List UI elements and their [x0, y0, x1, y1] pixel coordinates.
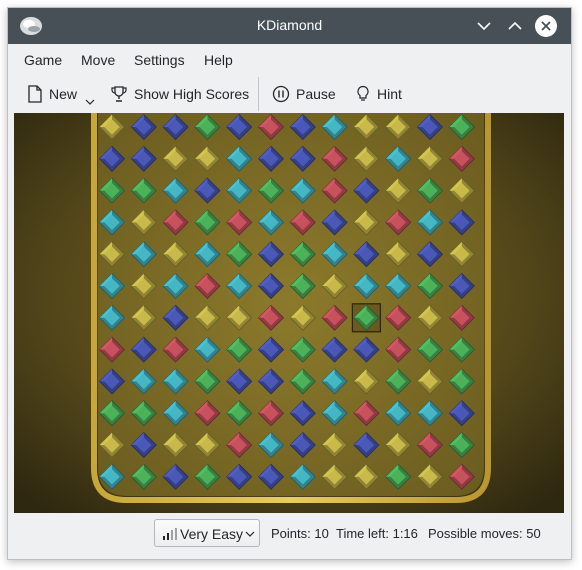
- hint-label: Hint: [377, 86, 402, 102]
- chevron-up-icon: [508, 21, 522, 30]
- chevron-down-icon[interactable]: [85, 98, 95, 106]
- toolbar: New Show High Scores Pause Hint: [8, 74, 571, 114]
- pause-label: Pause: [296, 86, 336, 102]
- show-high-scores-label: Show High Scores: [134, 86, 250, 102]
- close-button[interactable]: [535, 15, 557, 37]
- hint-button[interactable]: Hint: [355, 82, 402, 106]
- chevron-down-icon: [477, 22, 491, 31]
- possible-moves-label: Possible moves: 50: [428, 526, 541, 541]
- toolbar-separator: [258, 77, 259, 111]
- points-label: Points: 10: [271, 526, 329, 541]
- menu-settings[interactable]: Settings: [134, 52, 185, 68]
- chevron-down-icon: [245, 531, 255, 537]
- pause-button[interactable]: Pause: [272, 82, 336, 106]
- game-board-area: [14, 113, 564, 513]
- difficulty-bars-icon: [163, 528, 177, 540]
- new-document-icon: [28, 85, 42, 103]
- lightbulb-icon: [357, 85, 369, 101]
- menu-help[interactable]: Help: [204, 52, 233, 68]
- title-bar[interactable]: KDiamond: [8, 8, 571, 44]
- menu-game[interactable]: Game: [24, 52, 62, 68]
- minimize-button[interactable]: [473, 15, 495, 37]
- trophy-icon: [111, 86, 127, 102]
- close-icon: [541, 21, 551, 31]
- maximize-button[interactable]: [504, 15, 526, 37]
- pause-icon: [272, 85, 290, 103]
- menu-move[interactable]: Move: [81, 52, 115, 68]
- menu-bar: Game Move Settings Help: [8, 44, 571, 74]
- time-left-label: Time left: 1:16: [336, 526, 418, 541]
- new-game-label: New: [49, 86, 78, 102]
- show-high-scores-button[interactable]: Show High Scores: [110, 82, 249, 106]
- status-bar: Very Easy Points: 10 Time left: 1:16 Pos…: [8, 514, 571, 559]
- difficulty-select[interactable]: Very Easy: [154, 519, 260, 547]
- kdiamond-window: KDiamond Game Move Settings Help New Sho…: [7, 7, 572, 560]
- difficulty-value: Very Easy: [180, 526, 244, 542]
- game-board[interactable]: [14, 113, 564, 513]
- new-game-button[interactable]: New: [27, 82, 77, 106]
- close-circle: [535, 15, 557, 37]
